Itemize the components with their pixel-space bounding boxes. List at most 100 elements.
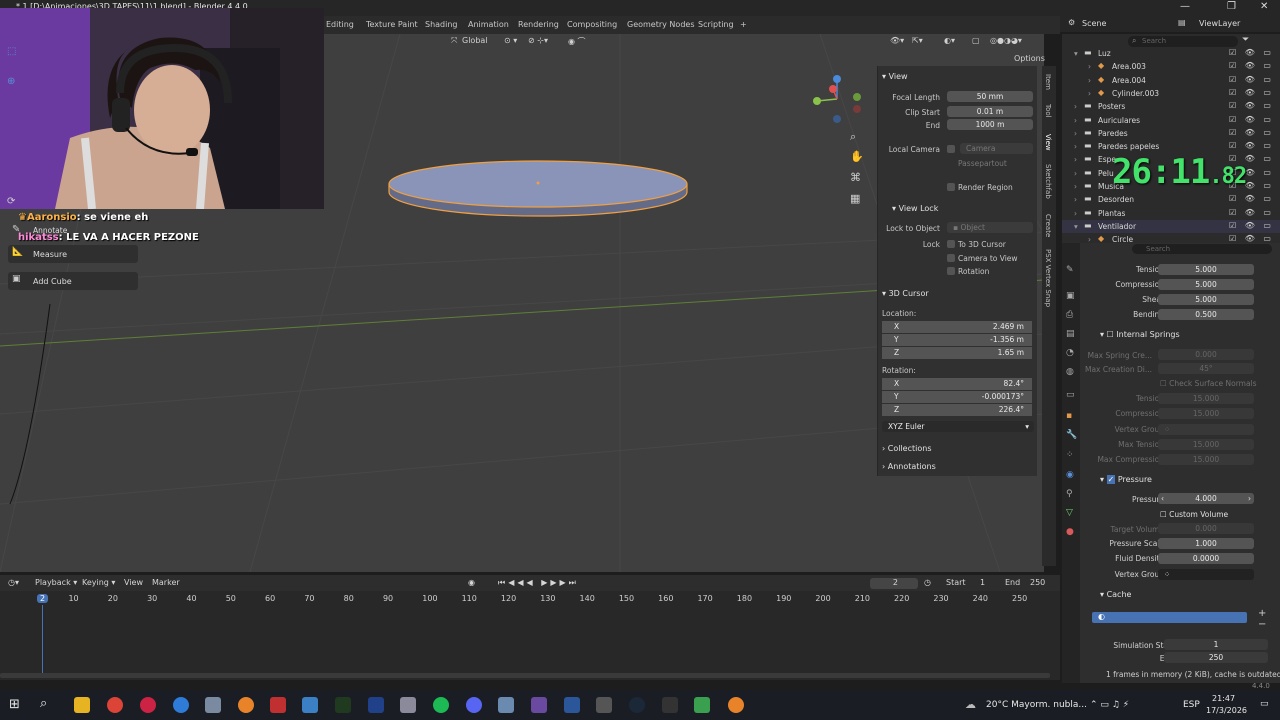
transform-orientation-select[interactable]: Global bbox=[462, 36, 488, 45]
tab-animation[interactable]: Animation bbox=[468, 20, 509, 29]
maximize-icon[interactable]: ❐ bbox=[1227, 1, 1236, 12]
cursor-rotation-y[interactable]: Y -0.000173° bbox=[882, 391, 1032, 403]
tab-sketchfab[interactable]: Sketchfab bbox=[1044, 164, 1052, 199]
focal-length-field[interactable]: 50 mm bbox=[947, 91, 1033, 102]
rotation-mode-select[interactable]: XYZ Euler ▾ bbox=[882, 421, 1034, 432]
properties-search-input[interactable]: Search bbox=[1132, 244, 1272, 254]
compression-field[interactable]: 5.000 bbox=[1158, 279, 1254, 290]
outliner-row[interactable]: › ◆ Area.003 ☑ 👁 ▭ bbox=[1062, 60, 1280, 73]
minimize-icon[interactable]: — bbox=[1180, 1, 1190, 12]
expand-arrow-icon[interactable]: ▾ bbox=[1074, 222, 1078, 231]
preview-range-icon[interactable]: ◷ bbox=[924, 578, 931, 587]
photos-icon[interactable] bbox=[302, 697, 318, 713]
playhead-line[interactable] bbox=[42, 605, 43, 675]
outliner-row[interactable]: ▾ ▬ Ventilador ☑ 👁 ▭ bbox=[1062, 219, 1280, 233]
outliner-row[interactable]: › ▬ Auriculares ☑ 👁 ▭ bbox=[1062, 114, 1280, 127]
expand-arrow-icon[interactable]: › bbox=[1088, 76, 1091, 85]
is-tension-field[interactable]: 15.000 bbox=[1158, 393, 1254, 404]
custom-volume-checkbox[interactable]: ☐ Custom Volume bbox=[1160, 510, 1228, 519]
file-explorer-icon[interactable] bbox=[74, 697, 90, 713]
proportional-edit-icon[interactable]: ◉ ⌒ bbox=[568, 36, 586, 47]
bending-field[interactable]: 0.500 bbox=[1158, 309, 1254, 320]
blender-icon-2[interactable] bbox=[728, 697, 744, 713]
expand-arrow-icon[interactable]: › bbox=[1074, 129, 1077, 138]
tab-rendering[interactable]: Rendering bbox=[518, 20, 559, 29]
word-icon[interactable] bbox=[564, 697, 580, 713]
tab-geometry-nodes[interactable]: Geometry Nodes bbox=[627, 20, 694, 29]
add-workspace-button[interactable]: + bbox=[740, 20, 747, 29]
data-tab-icon[interactable]: ▽ bbox=[1066, 508, 1073, 518]
cache-list[interactable]: ◐ bbox=[1092, 612, 1247, 623]
add-cache-icon[interactable]: + bbox=[1258, 608, 1266, 619]
cursor-location-x[interactable]: X 2.469 m bbox=[882, 321, 1032, 333]
visibility-toggles-icon[interactable]: ☑ 👁 ▭ bbox=[1229, 194, 1274, 203]
shear-field[interactable]: 5.000 bbox=[1158, 294, 1254, 305]
pycharm-icon[interactable] bbox=[335, 697, 351, 713]
view-menu[interactable]: View bbox=[124, 578, 143, 587]
to-3d-cursor-checkbox[interactable] bbox=[947, 240, 955, 248]
xray-icon[interactable]: ▢ bbox=[972, 36, 980, 45]
tab-view[interactable]: View bbox=[1044, 134, 1052, 151]
expand-arrow-icon[interactable]: › bbox=[1074, 209, 1077, 218]
expand-arrow-icon[interactable]: › bbox=[1074, 169, 1077, 178]
check-surface-normals[interactable]: ☐ Check Surface Normals bbox=[1160, 379, 1257, 388]
tab-editing[interactable]: Editing bbox=[326, 20, 354, 29]
tab-create[interactable]: Create bbox=[1044, 214, 1052, 237]
render-region-checkbox[interactable] bbox=[947, 183, 955, 191]
visibility-toggles-icon[interactable]: ☑ 👁 ▭ bbox=[1229, 101, 1274, 110]
cursor-location-z[interactable]: Z 1.65 m bbox=[882, 347, 1032, 359]
keying-menu[interactable]: Keying ▾ bbox=[82, 578, 115, 587]
constraints-tab-icon[interactable]: ⚲ bbox=[1066, 489, 1073, 499]
scene-name[interactable]: Scene bbox=[1082, 19, 1106, 28]
material-tab-icon[interactable]: ● bbox=[1066, 527, 1074, 537]
video-editor-icon[interactable] bbox=[270, 697, 286, 713]
outliner-row[interactable]: › ◆ Cylinder.003 ☑ 👁 ▭ bbox=[1062, 87, 1280, 100]
transform-tool-icon[interactable]: ⟳ bbox=[7, 196, 15, 207]
app5-icon[interactable] bbox=[694, 697, 710, 713]
clip-end-field[interactable]: 1000 m bbox=[947, 119, 1033, 130]
expand-arrow-icon[interactable]: › bbox=[1074, 155, 1077, 164]
internal-springs-panel[interactable]: ▾ ☐ Internal Springs bbox=[1100, 330, 1180, 339]
outliner-row[interactable]: ▾ ▬ Luz ☑ 👁 ▭ bbox=[1062, 47, 1280, 60]
clock-date[interactable]: 17/3/2026 bbox=[1206, 706, 1247, 715]
outliner-search-input[interactable]: Search bbox=[1128, 36, 1238, 47]
visibility-toggles-icon[interactable]: ☑ 👁 ▭ bbox=[1229, 88, 1274, 97]
visibility-toggles-icon[interactable]: ☑ 👁 ▭ bbox=[1229, 128, 1274, 137]
expand-arrow-icon[interactable]: › bbox=[1074, 142, 1077, 151]
remove-cache-icon[interactable]: − bbox=[1258, 619, 1266, 630]
expand-arrow-icon[interactable]: › bbox=[1074, 182, 1077, 191]
section-view[interactable]: ▾ View bbox=[882, 72, 908, 81]
settings-icon[interactable] bbox=[596, 697, 612, 713]
app3-icon[interactable] bbox=[498, 697, 514, 713]
viewlayer-name[interactable]: ViewLayer bbox=[1199, 19, 1240, 28]
expand-arrow-icon[interactable]: › bbox=[1088, 89, 1091, 98]
tool-tab-icon[interactable]: ✎ bbox=[1066, 265, 1074, 275]
tension-field[interactable]: 5.000 bbox=[1158, 264, 1254, 275]
fluid-density-field[interactable]: 0.0000 bbox=[1158, 553, 1254, 564]
visibility-toggles-icon[interactable]: ☑ 👁 ▭ bbox=[1229, 61, 1274, 70]
cursor-tool-icon[interactable]: ⊕ bbox=[7, 76, 15, 87]
cursor-rotation-x[interactable]: X 82.4° bbox=[882, 378, 1032, 390]
tab-compositing[interactable]: Compositing bbox=[567, 20, 617, 29]
section-annotations[interactable]: › Annotations bbox=[882, 462, 936, 471]
vscode-icon[interactable] bbox=[368, 697, 384, 713]
cursor-location-y[interactable]: Y -1.356 m bbox=[882, 334, 1032, 346]
cursor-rotation-z[interactable]: Z 226.4° bbox=[882, 404, 1032, 416]
visibility-toggles-icon[interactable]: ☑ 👁 ▭ bbox=[1229, 141, 1274, 150]
visibility-toggles-icon[interactable]: ☑ 👁 ▭ bbox=[1229, 234, 1274, 243]
notifications-icon[interactable]: ▭ bbox=[1260, 699, 1269, 709]
edge-icon[interactable] bbox=[173, 697, 189, 713]
start-icon[interactable]: ⊞ bbox=[9, 697, 20, 712]
sim-start-field[interactable]: 1 bbox=[1164, 639, 1268, 650]
search-icon[interactable]: ⌕ bbox=[40, 696, 47, 711]
obs-icon[interactable] bbox=[662, 697, 678, 713]
expand-arrow-icon[interactable]: ▾ bbox=[1074, 49, 1078, 58]
close-icon[interactable]: ✕ bbox=[1260, 1, 1268, 12]
object-tab-icon[interactable]: ▪ bbox=[1066, 411, 1072, 421]
filter-icon[interactable]: ⏷ bbox=[1242, 35, 1249, 45]
view-layer-tab-icon[interactable]: ▤ bbox=[1066, 329, 1075, 339]
steam-icon[interactable] bbox=[629, 697, 645, 713]
physics-tab-icon[interactable]: ◉ bbox=[1066, 470, 1074, 480]
playback-controls[interactable]: ⏮◀◀◀ ▶▶▶⏭ bbox=[498, 578, 579, 588]
outliner-row[interactable]: › ◆ Area.004 ☑ 👁 ▭ bbox=[1062, 74, 1280, 87]
